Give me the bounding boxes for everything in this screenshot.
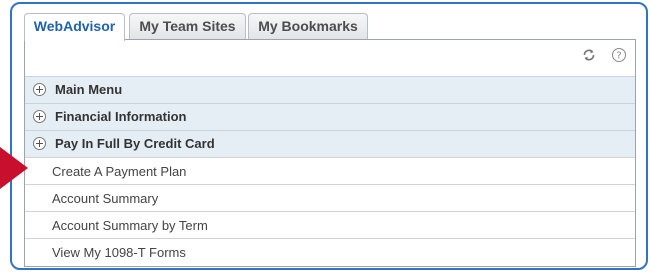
section-label: Pay In Full By Credit Card — [55, 136, 215, 151]
link-label: Create A Payment Plan — [52, 164, 187, 179]
tab-my-team-sites[interactable]: My Team Sites — [129, 13, 246, 39]
tab-my-bookmarks[interactable]: My Bookmarks — [248, 13, 368, 39]
webadvisor-panel: ? Main Menu Financial Information Pay In… — [24, 39, 636, 267]
section-pay-in-full[interactable]: Pay In Full By Credit Card — [25, 130, 635, 157]
expand-plus-icon[interactable] — [33, 83, 46, 96]
section-label: Financial Information — [55, 109, 187, 124]
link-view-1098t-forms[interactable]: View My 1098-T Forms — [25, 238, 635, 265]
link-label: View My 1098-T Forms — [52, 245, 186, 260]
pointer-arrow — [0, 147, 28, 189]
expand-plus-icon[interactable] — [33, 110, 46, 123]
help-icon[interactable]: ? — [611, 47, 627, 63]
section-label: Main Menu — [55, 82, 123, 97]
tab-webadvisor[interactable]: WebAdvisor — [24, 13, 125, 41]
refresh-icon[interactable] — [581, 47, 597, 63]
section-financial-information[interactable]: Financial Information — [25, 103, 635, 130]
section-main-menu[interactable]: Main Menu — [25, 76, 635, 103]
expand-plus-icon[interactable] — [33, 137, 46, 150]
svg-text:?: ? — [616, 50, 621, 61]
link-account-summary-by-term[interactable]: Account Summary by Term — [25, 211, 635, 238]
link-create-payment-plan[interactable]: Create A Payment Plan — [25, 157, 635, 184]
link-label: Account Summary — [52, 191, 159, 206]
portal-frame: WebAdvisor My Team Sites My Bookmarks ? — [10, 2, 648, 270]
link-label: Account Summary by Term — [52, 218, 208, 233]
panel-toolbar: ? — [571, 46, 627, 64]
link-account-summary[interactable]: Account Summary — [25, 184, 635, 211]
